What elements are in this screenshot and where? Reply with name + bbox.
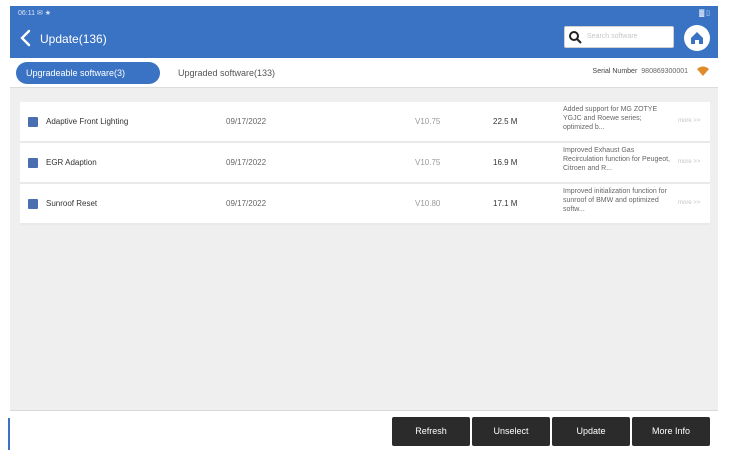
device-edge — [8, 418, 10, 450]
tab-upgraded[interactable]: Upgraded software(133) — [178, 68, 275, 78]
table-row[interactable]: Adaptive Front Lighting 09/17/2022 V10.7… — [20, 102, 710, 143]
software-size: 16.9 M — [493, 158, 518, 167]
row-checkbox[interactable] — [28, 158, 38, 168]
software-list: Adaptive Front Lighting 09/17/2022 V10.7… — [20, 102, 710, 225]
software-date: 09/17/2022 — [226, 117, 267, 126]
software-name: Sunroof Reset — [46, 199, 98, 208]
software-version: V10.80 — [415, 199, 441, 208]
software-size: 22.5 M — [493, 117, 518, 126]
search-placeholder: Search software — [587, 33, 638, 40]
back-icon[interactable] — [18, 28, 34, 48]
more-link[interactable]: more >> — [678, 118, 700, 124]
table-row[interactable]: Sunroof Reset 09/17/2022 V10.80 17.1 M I… — [20, 184, 710, 225]
unselect-button[interactable]: Unselect — [472, 417, 550, 446]
more-link[interactable]: more >> — [678, 159, 700, 165]
page-title: Update(136) — [40, 32, 107, 46]
wifi-icon — [696, 64, 710, 78]
update-button[interactable]: Update — [552, 417, 630, 446]
software-name: Adaptive Front Lighting — [46, 117, 129, 126]
software-version: V10.75 — [415, 158, 441, 167]
tab-bar: Upgradeable software(3) Upgraded softwar… — [10, 58, 718, 88]
table-row[interactable]: EGR Adaption 09/17/2022 V10.75 16.9 M Im… — [20, 143, 710, 184]
software-date: 09/17/2022 — [226, 158, 267, 167]
status-time: 06:11 ✉ ★ — [18, 10, 52, 17]
search-icon — [568, 30, 582, 44]
serial-value: 980869300001 — [641, 68, 688, 75]
serial-number: Serial Number 980869300001 — [593, 68, 688, 75]
action-bar: Refresh Unselect Update More Info — [10, 410, 718, 450]
software-date: 09/17/2022 — [226, 199, 267, 208]
software-description: Improved initialization function for sun… — [563, 188, 667, 213]
serial-label: Serial Number — [592, 68, 638, 75]
status-bar: 06:11 ✉ ★ ▓ ▯ — [10, 6, 718, 20]
row-checkbox[interactable] — [28, 199, 38, 209]
software-version: V10.75 — [415, 117, 441, 126]
software-name: EGR Adaption — [46, 158, 97, 167]
refresh-button[interactable]: Refresh — [392, 417, 470, 446]
more-link[interactable]: more >> — [678, 200, 700, 206]
status-indicators: ▓ ▯ — [699, 10, 710, 17]
home-icon — [691, 32, 703, 44]
home-button[interactable] — [684, 25, 710, 51]
more-info-button[interactable]: More Info — [632, 417, 710, 446]
row-checkbox[interactable] — [28, 117, 38, 127]
software-description: Added support for MG ZOTYE YGJC and Roew… — [563, 106, 658, 131]
search-input[interactable]: Search software — [564, 26, 674, 48]
tablet-screen: 06:11 ✉ ★ ▓ ▯ Update(136) Search softwar… — [10, 6, 718, 450]
software-description: Improved Exhaust Gas Recirculation funct… — [563, 147, 671, 172]
title-bar: Update(136) Search software — [10, 20, 718, 58]
tab-upgradeable[interactable]: Upgradeable software(3) — [16, 62, 160, 84]
software-size: 17.1 M — [493, 199, 518, 208]
